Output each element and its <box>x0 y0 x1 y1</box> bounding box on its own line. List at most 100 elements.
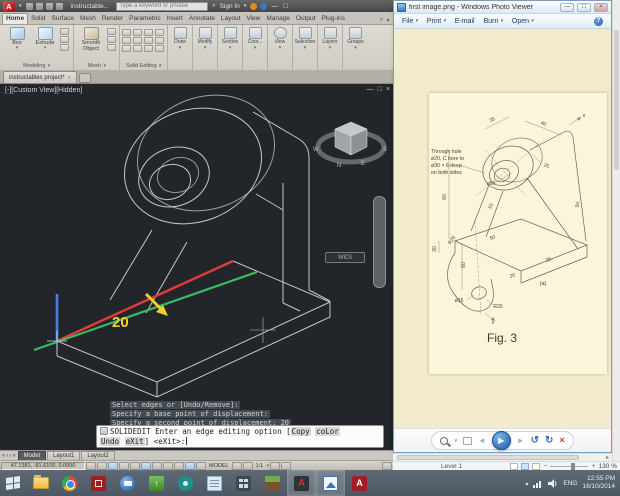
command-line[interactable]: SOLIDEDIT Enter an edge editing option [… <box>96 425 384 448</box>
delete-button[interactable]: × <box>559 436 564 445</box>
previous-image-button[interactable]: ◄ <box>478 436 486 445</box>
quick-view-layouts-toggle[interactable] <box>231 461 242 470</box>
ortho-toggle[interactable] <box>119 461 129 470</box>
taskbar-notes-app[interactable] <box>200 470 229 496</box>
panel-draw[interactable]: Draw ▾ <box>168 25 193 70</box>
extrude-face-icon[interactable] <box>144 37 153 44</box>
new-drawing-button[interactable] <box>78 73 91 83</box>
model-space-label[interactable]: MODEL <box>207 463 231 469</box>
ribbon-tab-mesh[interactable]: Mesh <box>77 14 99 24</box>
volume-icon[interactable] <box>548 478 558 488</box>
taskbar-file-explorer[interactable] <box>26 470 55 496</box>
taskbar-adobe-reader[interactable]: A <box>345 470 374 496</box>
taskbar-disc-app[interactable] <box>171 470 200 496</box>
polysolid-icon[interactable] <box>60 28 69 35</box>
taskbar-calculator[interactable] <box>229 470 258 496</box>
background-vertical-scrollbar[interactable] <box>612 0 620 461</box>
language-indicator[interactable]: ENG <box>563 480 577 487</box>
search-icon[interactable]: ⌕ <box>211 3 216 9</box>
command-option-exit[interactable]: eXit <box>124 437 145 446</box>
panel-label-solid-editing[interactable]: Solid Editing ▾ <box>120 61 167 70</box>
panel-modify[interactable]: Modify ▾ <box>193 25 218 70</box>
taskbar-autocad[interactable]: A <box>287 470 316 496</box>
smooth-object-button[interactable]: Smooth Object <box>77 27 105 52</box>
taskbar-mail-app[interactable] <box>113 470 142 496</box>
actual-size-icon[interactable] <box>462 436 472 445</box>
panel-label-mesh[interactable]: Mesh ▾ <box>74 61 119 70</box>
caret-down-icon[interactable]: ▾ <box>266 463 269 468</box>
ribbon-tab-layout[interactable]: Layout <box>218 14 244 24</box>
drawing-viewport[interactable]: 20 [-][Custom View][Hidden] — □ × W S N … <box>0 84 393 450</box>
taskbar-minecraft[interactable] <box>258 470 287 496</box>
ribbon-minimize-icon[interactable]: ▾ <box>386 17 389 24</box>
exchange-icon[interactable] <box>250 2 258 10</box>
rotate-clockwise-button[interactable]: ↻ <box>545 435 553 446</box>
maximize-icon[interactable]: □ <box>282 3 288 10</box>
document-tab[interactable]: instructables project* × <box>3 71 77 83</box>
command-option-undo[interactable]: Undo <box>100 437 121 446</box>
ribbon-tab-manage[interactable]: Manage <box>263 14 293 24</box>
clean-icon[interactable] <box>144 45 153 52</box>
taper-face-icon[interactable] <box>133 37 142 44</box>
command-option-color[interactable]: coLor <box>315 427 340 436</box>
maximize-button[interactable]: □ <box>577 2 591 12</box>
taskbar-photo-viewer[interactable] <box>316 470 345 496</box>
background-horizontal-scrollbar[interactable]: ▸ <box>393 453 612 461</box>
clock[interactable]: 12:55 PM 16/10/2014 <box>582 475 615 491</box>
ribbon-tab-view[interactable]: View <box>243 14 263 24</box>
view-mode-3-button[interactable] <box>532 462 541 470</box>
subtract-icon[interactable] <box>133 29 142 36</box>
zoom-icon[interactable] <box>440 436 449 445</box>
minimize-button[interactable]: — <box>560 2 574 12</box>
clean-screen-toggle[interactable] <box>382 461 392 470</box>
zoom-in-icon[interactable]: + <box>591 463 595 470</box>
snap-toggle[interactable] <box>97 461 107 470</box>
qat-undo-icon[interactable] <box>55 2 63 10</box>
tab-layout2[interactable]: Layout2 <box>81 451 115 460</box>
lwt-toggle[interactable] <box>196 461 206 470</box>
slice-icon[interactable] <box>155 29 164 36</box>
ribbon-tab-surface[interactable]: Surface <box>49 14 77 24</box>
app-menu-caret-icon[interactable]: ▾ <box>18 3 23 9</box>
separate-icon[interactable] <box>133 45 142 52</box>
panel-coordinates[interactable]: Coor... ▾ <box>243 25 268 70</box>
help-icon[interactable] <box>260 2 268 10</box>
panel-groups[interactable]: Groups ▾ <box>343 25 368 70</box>
ribbon-tab-solid[interactable]: Solid <box>28 14 48 24</box>
panel-layers[interactable]: Layers ▾ <box>318 25 343 70</box>
panel-label-modeling[interactable]: Modeling ▾ <box>0 61 73 70</box>
otrack-toggle[interactable] <box>163 461 173 470</box>
help-icon[interactable]: ? <box>594 16 603 26</box>
fillet-edge-icon[interactable] <box>122 37 131 44</box>
check-icon[interactable] <box>155 45 164 52</box>
ribbon-tab-annotate[interactable]: Annotate <box>186 14 218 24</box>
next-image-button[interactable]: ► <box>517 436 525 445</box>
extrude-button[interactable]: Extrude ▾ <box>32 27 58 51</box>
start-button[interactable] <box>0 470 26 496</box>
revolve-icon[interactable] <box>60 36 69 43</box>
ribbon-tab-insert[interactable]: Insert <box>164 14 186 24</box>
zoom-slider-thumb[interactable] <box>571 462 576 470</box>
view-mode-1-button[interactable] <box>510 462 519 470</box>
tab-model[interactable]: Model <box>17 451 47 460</box>
polar-toggle[interactable] <box>130 461 140 470</box>
zoom-percent[interactable]: 130 % <box>599 463 617 470</box>
view-mode-2-button[interactable] <box>521 462 530 470</box>
command-option-copy[interactable]: Copy <box>290 427 311 436</box>
menu-email[interactable]: E-mail <box>455 18 475 25</box>
qat-open-icon[interactable] <box>35 2 43 10</box>
ribbon-tab-parametric[interactable]: Parametric <box>126 14 163 24</box>
workspace-switch-toggle[interactable] <box>269 461 280 470</box>
network-icon[interactable] <box>533 479 543 488</box>
scrollbar-thumb[interactable] <box>614 30 619 170</box>
intersect-icon[interactable] <box>144 29 153 36</box>
navigation-bar[interactable] <box>373 196 386 288</box>
scrollbar-thumb[interactable] <box>397 455 579 460</box>
autocad-app-menu-button[interactable]: A <box>3 1 15 11</box>
taskbar-chrome[interactable] <box>55 470 84 496</box>
hidden-icons-button[interactable]: ▴ <box>525 480 528 487</box>
viewport-restore-icon[interactable]: □ <box>378 86 382 93</box>
box-button[interactable]: Box ▾ <box>4 27 30 51</box>
quick-view-drawings-toggle[interactable] <box>242 461 253 470</box>
ribbon-tab-render[interactable]: Render <box>99 14 126 24</box>
